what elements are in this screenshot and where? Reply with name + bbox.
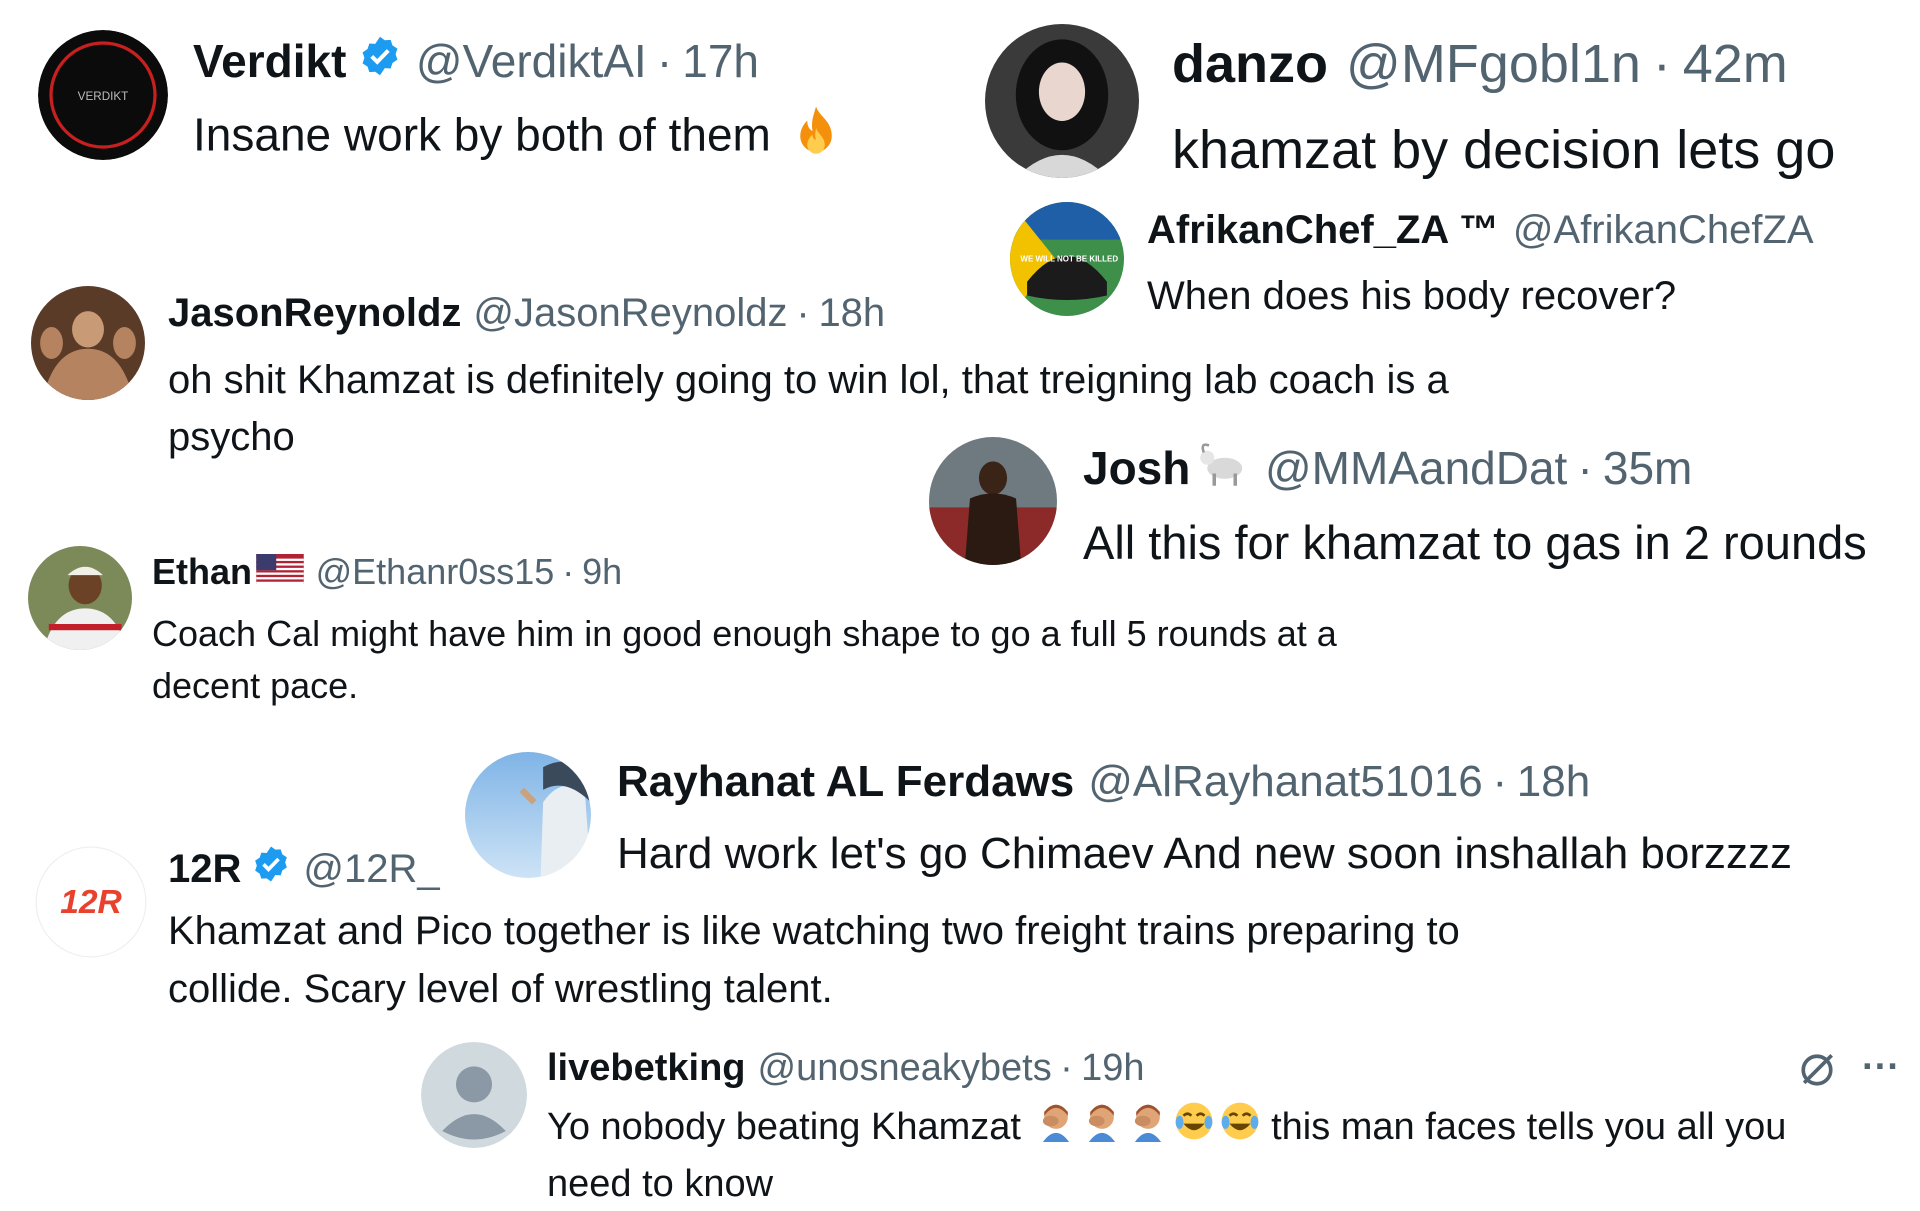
separator-dot: · (562, 551, 575, 592)
display-name[interactable]: AfrikanChef_ZA ™ (1147, 208, 1499, 253)
svg-text:12R: 12R (60, 884, 122, 921)
facepalm-icon (1035, 1100, 1077, 1157)
handle[interactable]: @unosneakybets (758, 1047, 1052, 1090)
avatar[interactable]: VERDIKT (38, 30, 168, 160)
timestamp[interactable]: 35m (1603, 441, 1692, 495)
display-name[interactable]: Rayhanat AL Ferdaws (617, 757, 1074, 807)
more-icon: ··· (1862, 1046, 1900, 1088)
timestamp[interactable]: 18h (1517, 757, 1590, 807)
fire-icon (788, 103, 844, 174)
avatar[interactable]: WE WILL NOT BE KILLED (1010, 202, 1124, 316)
more-options-button[interactable]: ··· (1862, 1046, 1900, 1089)
tweet-text: Hard work let's go Chimaev And new soon … (617, 829, 1792, 878)
display-name[interactable]: Josh (1083, 441, 1190, 495)
separator-dot: · (1652, 34, 1671, 94)
tweet-text: Insane work by both of them (193, 103, 844, 174)
handle[interactable]: @12R_ (303, 847, 439, 892)
timestamp[interactable]: 17h (682, 34, 759, 88)
svg-text:VERDIKT: VERDIKT (78, 90, 129, 103)
facepalm-icon (1081, 1100, 1123, 1157)
facepalm-icon (1127, 1100, 1169, 1157)
svg-text:WE WILL NOT BE KILLED: WE WILL NOT BE KILLED (1020, 254, 1118, 263)
display-name[interactable]: Verdikt (193, 34, 346, 88)
verified-badge-icon (358, 34, 402, 89)
timestamp[interactable]: 19h (1081, 1047, 1144, 1090)
handle[interactable]: @MFgobl1n (1346, 33, 1641, 95)
verified-badge-icon (251, 844, 291, 894)
avatar[interactable] (31, 286, 145, 400)
display-name[interactable]: livebetking (547, 1047, 746, 1090)
separator-dot: · (656, 35, 673, 87)
handle[interactable]: @VerdiktAI (416, 34, 647, 88)
avatar[interactable]: 12R (35, 846, 147, 958)
handle[interactable]: @JasonReynoldz (473, 291, 787, 336)
grok-icon[interactable] (1795, 1048, 1839, 1092)
default-avatar-icon[interactable] (421, 1042, 527, 1148)
avatar[interactable] (929, 437, 1057, 565)
timestamp[interactable]: 18h (818, 291, 885, 336)
avatar[interactable] (985, 24, 1139, 178)
avatar[interactable] (28, 546, 132, 650)
timestamp[interactable]: 42m (1683, 33, 1788, 95)
handle[interactable]: @Ethanr0ss15 (316, 551, 555, 593)
tweet-text: Coach Cal might have him in good enough … (152, 613, 1337, 706)
avatar[interactable] (465, 752, 591, 878)
timestamp[interactable]: 9h (582, 551, 622, 593)
handle[interactable]: @AlRayhanat51016 (1088, 757, 1483, 807)
separator-dot: · (1492, 757, 1508, 806)
display-name[interactable]: Ethan (152, 551, 252, 593)
tweet-text: All this for khamzat to gas in 2 rounds (1083, 516, 1867, 569)
separator-dot: · (1577, 442, 1593, 494)
display-name[interactable]: danzo (1172, 33, 1328, 95)
tweet-text: Khamzat and Pico together is like watchi… (168, 909, 1460, 1011)
tweet-text: Yo nobody beating Khamzat this man faces… (547, 1100, 1786, 1211)
tweet-text: When does his body recover? (1147, 274, 1677, 318)
tweet-text: khamzat by decision lets go (1172, 120, 1836, 180)
separator-dot: · (796, 290, 810, 335)
display-name[interactable]: JasonReynoldz (168, 291, 461, 336)
tears-of-joy-icon (1173, 1100, 1215, 1157)
handle[interactable]: @MMAandDat (1265, 441, 1567, 495)
handle[interactable]: @AfrikanChefZA (1513, 208, 1814, 253)
goat-icon (1195, 438, 1251, 499)
tears-of-joy-icon (1219, 1100, 1261, 1157)
us-flag-icon (255, 551, 304, 593)
display-name[interactable]: 12R (168, 847, 241, 892)
separator-dot: · (1060, 1046, 1073, 1089)
